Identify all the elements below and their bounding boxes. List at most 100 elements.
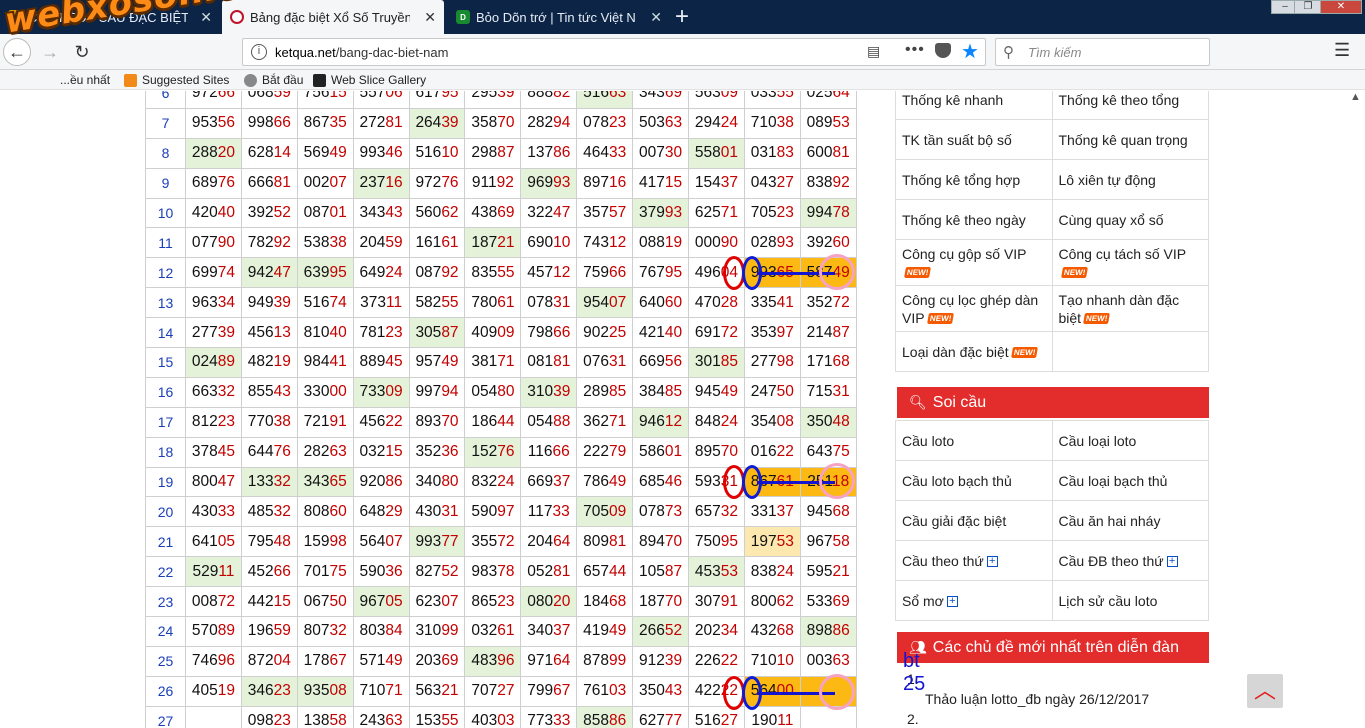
scroll-to-top-button[interactable]: ︿ (1247, 674, 1283, 708)
close-icon[interactable]: ✕ (200, 9, 212, 26)
menu-link[interactable]: Cầu ăn hai nháy (1051, 500, 1209, 541)
number-head: 184 (583, 592, 609, 610)
reader-view-icon[interactable]: ▤ (867, 43, 880, 60)
number-head: 582 (415, 293, 442, 311)
bookmark-most-visited[interactable]: ...ều nhất (60, 73, 110, 87)
scroll-up-arrow-icon[interactable]: ▲ (1350, 91, 1361, 103)
close-icon[interactable]: ✕ (650, 9, 662, 26)
prize-cell: 56407 (352, 526, 410, 558)
maximize-button[interactable]: ❐ (1294, 0, 1322, 14)
tab-dan-tri[interactable]: D Bỏo Dõn trớ | Tin tức Việt Na ✕ (448, 0, 670, 34)
number-tail: 69 (832, 592, 850, 610)
number-head: 358 (471, 114, 498, 132)
number-head: 187 (471, 233, 498, 251)
number-head: 340 (527, 622, 554, 640)
new-tab-button[interactable]: + (675, 3, 689, 31)
menu-link[interactable]: Cầu theo thứ + (895, 540, 1053, 581)
number-tail: 95 (664, 263, 683, 281)
bookmark-star-icon[interactable]: ★ (961, 39, 979, 64)
number-tail: 39 (497, 91, 515, 102)
number-head: 204 (527, 532, 554, 550)
prize-cell: 15276 (464, 436, 522, 468)
number-head: 000 (694, 233, 721, 251)
number-head: 117 (527, 502, 553, 520)
number-tail: 62 (776, 592, 794, 610)
menu-link[interactable]: Cầu loại bạch thủ (1051, 460, 1209, 501)
vertical-scrollbar[interactable]: ▲ (1348, 91, 1365, 728)
bookmark-web-slice-gallery[interactable]: Web Slice Gallery (313, 73, 426, 87)
number-tail: 96 (497, 652, 515, 670)
number-tail: 68 (608, 592, 627, 610)
menu-link[interactable]: Cầu loto bạch thủ (895, 460, 1053, 501)
expand-plus-icon[interactable]: + (1166, 556, 1178, 568)
number-head: 002 (303, 174, 330, 192)
reload-button[interactable]: ↻ (68, 38, 96, 66)
number-head: 266 (639, 622, 665, 640)
number-tail: 94 (441, 383, 459, 401)
bookmark-suggested-sites[interactable]: Suggested Sites (124, 73, 229, 87)
prize-cell: 19659 (240, 616, 298, 647)
url-text[interactable]: ketqua.net/bang-dac-biet-nam (275, 45, 448, 60)
page-actions-icon[interactable]: ••• (905, 41, 925, 59)
menu-link[interactable]: Lịch sử cầu loto (1051, 580, 1209, 621)
menu-link[interactable]: Công cụ gộp số VIP NEW! (895, 239, 1053, 286)
prize-cell: 99478 (799, 197, 857, 229)
number-head: 392 (806, 233, 833, 251)
close-window-button[interactable]: ✕ (1320, 0, 1362, 14)
menu-link[interactable]: Thống kê nhanh (895, 91, 1053, 120)
table-row: 22 52911 45266 70175 59036 82752 98378 05281 657… (145, 556, 857, 588)
menu-link[interactable]: Thống kê theo tổng (1051, 91, 1209, 120)
menu-link[interactable]: Công cụ lọc ghép dàn VIP NEW! (895, 285, 1053, 332)
menu-link[interactable]: Thống kê quan trọng (1051, 119, 1209, 160)
forward-button[interactable]: → (36, 38, 64, 66)
back-button[interactable]: ← (3, 38, 31, 66)
menu-link[interactable]: Thống kê theo ngày (895, 199, 1053, 240)
number-tail: 76 (273, 443, 291, 461)
expand-plus-icon[interactable]: + (986, 556, 998, 568)
prize-cell: 71038 (743, 107, 801, 139)
menu-link[interactable]: Cầu loại loto (1051, 420, 1209, 461)
number-tail: 92 (273, 233, 291, 251)
search-box[interactable]: ⚲ Tìm kiếm (995, 38, 1210, 66)
prize-cell: 20464 (520, 526, 578, 558)
prize-cell: 74696 (185, 645, 242, 677)
tab-bang-dac-biet[interactable]: Bảng đặc biệt Xổ Số Truyền Thố ✕ (222, 0, 444, 34)
menu-link[interactable]: Cùng quay xổ số (1051, 199, 1209, 240)
info-icon[interactable]: i (251, 44, 267, 60)
number-head: 116 (527, 443, 553, 461)
prize-cell: 51663 (576, 91, 634, 109)
number-tail: 85 (720, 353, 739, 371)
prize-cell: 64060 (632, 287, 690, 319)
menu-link[interactable]: Tạo nhanh dàn đặc biệt NEW! (1051, 285, 1209, 332)
prize-cell: 33000 (296, 376, 354, 408)
menu-link[interactable]: Thống kê tổng hợp (895, 159, 1053, 200)
menu-link[interactable]: Cầu loto (895, 420, 1053, 461)
menu-link[interactable]: Lô xiên tự động (1051, 159, 1209, 200)
number-head: 452 (247, 562, 274, 580)
table-row: 20 43033 48532 80860 64829 43031 59097 11733 705… (145, 496, 857, 528)
pocket-icon[interactable] (935, 43, 951, 58)
forum-topic-link[interactable]: Thảo luận lotto_đb ngày 26/12/2017 (907, 689, 1149, 709)
number-tail: 44 (497, 413, 515, 431)
hamburger-menu-icon[interactable]: ☰ (1334, 40, 1350, 61)
menu-link[interactable]: Loại dàn đặc biệt NEW! (895, 331, 1053, 372)
expand-plus-icon[interactable]: + (946, 596, 958, 608)
number-head: 691 (694, 323, 721, 341)
number-tail: 41 (329, 353, 347, 371)
prize-cell: 00872 (185, 586, 242, 618)
menu-link[interactable]: Cầu ĐB theo thứ + (1051, 540, 1209, 581)
close-icon[interactable]: ✕ (424, 9, 436, 26)
number-head: 587 (806, 263, 833, 281)
bookmark-label: Web Slice Gallery (331, 73, 427, 87)
prize-cell: 32247 (520, 197, 578, 229)
number-tail: 94 (553, 114, 571, 132)
number-head: 690 (527, 233, 554, 251)
number-tail: 95 (329, 263, 347, 281)
menu-link[interactable]: TK tần suất bộ số (895, 119, 1053, 160)
menu-link[interactable]: Công cụ tách số VIP NEW! (1051, 239, 1209, 286)
menu-link[interactable]: Cầu giải đặc biệt (895, 500, 1053, 541)
url-bar[interactable]: i ketqua.net/bang-dac-biet-nam ▤ ••• ★ (242, 38, 986, 66)
bookmark-bat-dau[interactable]: Bắt đầu (244, 73, 303, 87)
number-head: 186 (471, 413, 498, 431)
menu-link[interactable]: Sổ mơ + (895, 580, 1053, 621)
